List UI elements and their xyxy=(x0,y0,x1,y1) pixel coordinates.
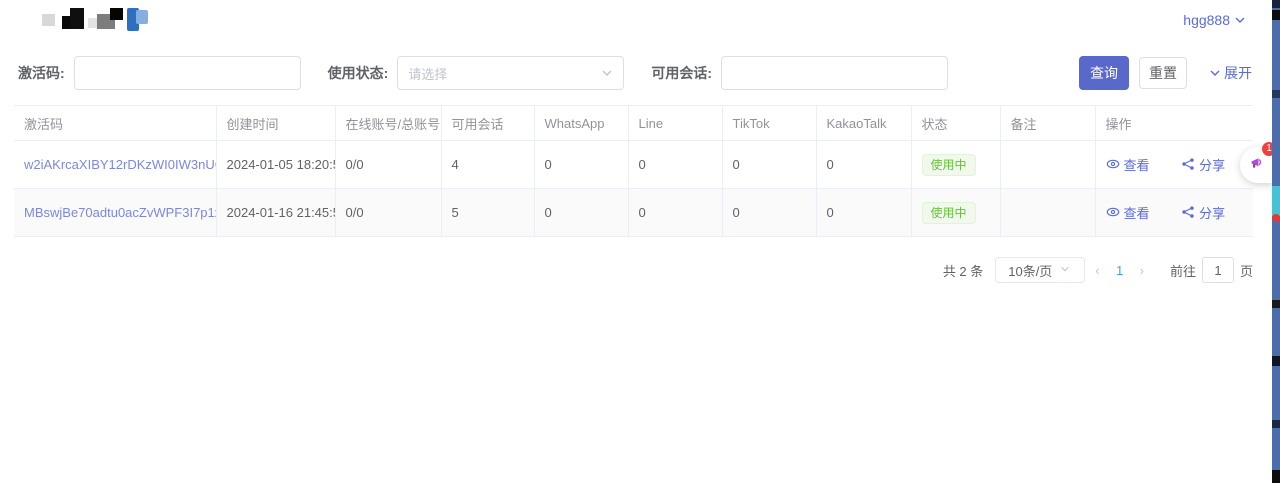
line-cell: 0 xyxy=(628,141,722,189)
col-actions: 操作 xyxy=(1095,106,1253,141)
select-chevron-down-icon xyxy=(601,67,613,79)
activation-code-label: 激活码: xyxy=(18,63,65,83)
table-header-row: 激活码 创建时间 在线账号/总账号 可用会话 WhatsApp Line Tik… xyxy=(14,106,1253,141)
sessions-input[interactable] xyxy=(721,56,948,90)
expand-chevron-down-icon xyxy=(1209,67,1221,79)
goto-label: 前往 xyxy=(1170,261,1196,280)
total-count: 共 2 条 xyxy=(943,261,983,280)
sessions-label: 可用会话: xyxy=(651,63,712,83)
page: hgg888 激活码: 使用状态: 请选择 可用会话: 查询 重置 展开 xyxy=(0,0,1280,483)
col-status: 状态 xyxy=(911,106,1000,141)
kakaotalk-cell: 0 xyxy=(816,189,911,237)
share-icon xyxy=(1181,157,1195,171)
usage-status-select[interactable]: 请选择 xyxy=(397,56,624,90)
reset-button[interactable]: 重置 xyxy=(1139,57,1187,89)
floating-helper-widget[interactable]: 1 xyxy=(1240,147,1274,183)
eye-icon xyxy=(1106,205,1120,219)
col-sessions: 可用会话 xyxy=(441,106,534,141)
next-page-button[interactable]: › xyxy=(1130,263,1154,278)
sessions-cell: 4 xyxy=(441,141,534,189)
top-header: hgg888 xyxy=(0,0,1280,40)
goto-page-input[interactable] xyxy=(1202,257,1234,283)
col-code: 激活码 xyxy=(14,106,216,141)
col-remark: 备注 xyxy=(1000,106,1095,141)
col-whatsapp: WhatsApp xyxy=(534,106,628,141)
activation-code-link[interactable]: w2iAKrcaXIBY12rDKzWI0IW3nUCpB8OG xyxy=(24,157,216,172)
eye-icon xyxy=(1106,157,1120,171)
col-accounts: 在线账号/总账号 xyxy=(335,106,441,141)
filter-bar: 激活码: 使用状态: 请选择 可用会话: 查询 重置 展开 xyxy=(0,40,1280,90)
view-button[interactable]: 查看 xyxy=(1106,203,1150,222)
activation-code-link[interactable]: MBswjBe70adtu0acZvWPF3I7p1xqXgoG xyxy=(24,205,216,220)
page-size-chevron-down-icon xyxy=(1060,264,1072,276)
remark-cell xyxy=(1000,189,1095,237)
activation-code-input[interactable] xyxy=(74,56,301,90)
page-number-1[interactable]: 1 xyxy=(1110,263,1130,278)
kakaotalk-cell: 0 xyxy=(816,141,911,189)
activation-codes-table: 激活码 创建时间 在线账号/总账号 可用会话 WhatsApp Line Tik… xyxy=(14,105,1253,237)
query-button[interactable]: 查询 xyxy=(1079,56,1129,90)
whatsapp-cell: 0 xyxy=(534,189,628,237)
expand-label: 展开 xyxy=(1224,63,1252,83)
page-unit-label: 页 xyxy=(1240,261,1253,280)
remark-cell xyxy=(1000,141,1095,189)
table-row: MBswjBe70adtu0acZvWPF3I7p1xqXgoG 2024-01… xyxy=(14,189,1253,237)
tiktok-cell: 0 xyxy=(722,189,816,237)
username: hgg888 xyxy=(1183,12,1230,28)
view-button[interactable]: 查看 xyxy=(1106,155,1150,174)
created-cell: 2024-01-05 18:20:57 xyxy=(216,141,335,189)
expand-toggle[interactable]: 展开 xyxy=(1209,63,1252,83)
chevron-down-icon xyxy=(1234,14,1246,26)
filter-actions: 查询 重置 展开 xyxy=(1079,56,1252,90)
usage-status-placeholder: 请选择 xyxy=(408,64,447,83)
status-badge: 使用中 xyxy=(922,202,976,224)
col-kakaotalk: KakaoTalk xyxy=(816,106,911,141)
usage-status-label: 使用状态: xyxy=(328,63,389,83)
window-edge-artifact xyxy=(1272,0,1280,483)
col-created: 创建时间 xyxy=(216,106,335,141)
app-logo xyxy=(14,6,132,34)
share-button[interactable]: 分享 xyxy=(1181,155,1225,174)
line-cell: 0 xyxy=(628,189,722,237)
table-row: w2iAKrcaXIBY12rDKzWI0IW3nUCpB8OG 2024-01… xyxy=(14,141,1253,189)
megaphone-icon xyxy=(1249,155,1265,176)
sessions-cell: 5 xyxy=(441,189,534,237)
page-size-select[interactable]: 10条/页 xyxy=(995,257,1085,283)
col-line: Line xyxy=(628,106,722,141)
tiktok-cell: 0 xyxy=(722,141,816,189)
user-menu[interactable]: hgg888 xyxy=(1183,12,1246,28)
created-cell: 2024-01-16 21:45:59 xyxy=(216,189,335,237)
col-tiktok: TikTok xyxy=(722,106,816,141)
whatsapp-cell: 0 xyxy=(534,141,628,189)
prev-page-button[interactable]: ‹ xyxy=(1085,263,1109,278)
accounts-cell: 0/0 xyxy=(335,141,441,189)
share-icon xyxy=(1181,205,1195,219)
status-badge: 使用中 xyxy=(922,154,976,176)
share-button[interactable]: 分享 xyxy=(1181,203,1225,222)
pagination: 共 2 条 10条/页 ‹ 1 › 前往 页 xyxy=(0,257,1253,283)
accounts-cell: 0/0 xyxy=(335,189,441,237)
